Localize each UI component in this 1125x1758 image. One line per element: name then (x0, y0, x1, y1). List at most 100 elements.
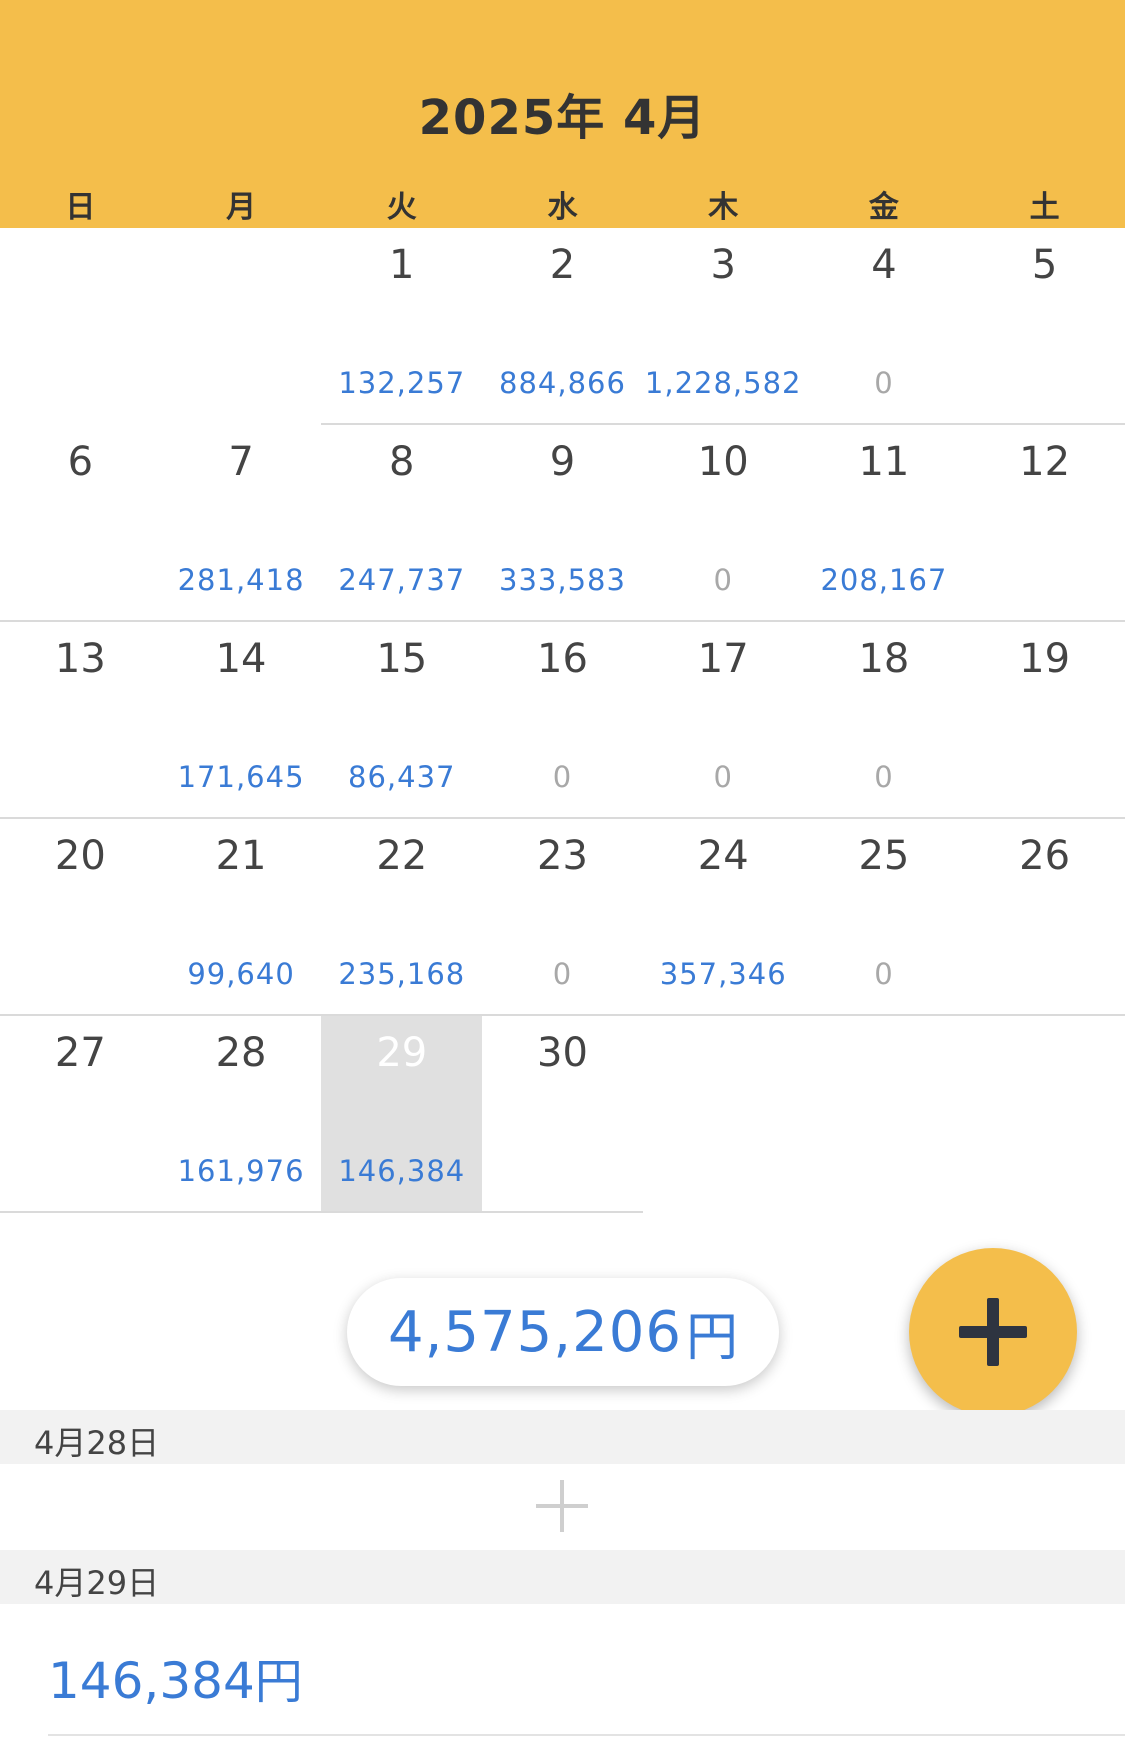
calendar-day-number: 8 (389, 439, 415, 485)
calendar-day-number: 14 (215, 636, 267, 682)
entry-divider (48, 1734, 1125, 1736)
month-total-amount: 4,575,206 (387, 1299, 682, 1365)
calendar-empty-cell (804, 1016, 965, 1213)
calendar-day-cell[interactable]: 5 (964, 228, 1125, 425)
calendar-day-number: 1 (389, 242, 415, 288)
calendar-day-amount: 132,257 (338, 366, 466, 400)
calendar-day-amount: 1,228,582 (644, 366, 802, 400)
calendar-day-amount: 357,346 (659, 957, 787, 991)
calendar-week-row: 6 7 281,418 8 247,737 9 333,583 10 0 11 208,167 12 (0, 425, 1125, 622)
calendar-day-cell[interactable]: 3 1,228,582 (642, 228, 804, 425)
calendar-day-number: 25 (858, 833, 910, 879)
calendar-day-amount: 281,418 (177, 563, 305, 597)
entry-amount-unit: 円 (254, 1654, 303, 1710)
calendar-day-cell[interactable]: 13 (0, 622, 161, 819)
calendar-day-cell[interactable]: 21 99,640 (160, 819, 322, 1016)
calendar-empty-cell (161, 228, 322, 425)
calendar-day-cell[interactable]: 28 161,976 (160, 1016, 322, 1213)
calendar-day-cell[interactable]: 23 0 (482, 819, 643, 1016)
entry-row[interactable]: 146,384円 (0, 1604, 1125, 1734)
calendar-day-amount: 0 (552, 957, 573, 991)
calendar-day-cell[interactable]: 20 (0, 819, 161, 1016)
calendar-day-cell[interactable]: 24 357,346 (642, 819, 804, 1016)
weekday-mon: 月 (226, 190, 257, 225)
calendar-day-number: 24 (697, 833, 749, 879)
day-section-date-label: 4月29日 (34, 1564, 160, 1602)
calendar-grid: 1 132,257 2 884,866 3 1,228,582 4 0 5 6 7 281,418 8 2… (0, 228, 1125, 1213)
calendar-day-amount: 99,640 (187, 957, 295, 991)
calendar-day-cell[interactable]: 19 (964, 622, 1125, 819)
calendar-day-number: 17 (697, 636, 749, 682)
calendar-week-row: 13 14 171,645 15 86,437 16 0 17 0 18 0 19 (0, 622, 1125, 819)
calendar-day-cell[interactable]: 11 208,167 (803, 425, 965, 622)
calendar-week-row: 1 132,257 2 884,866 3 1,228,582 4 0 5 (0, 228, 1125, 425)
calendar-day-number: 15 (376, 636, 428, 682)
entry-amount-value: 146,384 (48, 1652, 255, 1710)
calendar-day-number: 11 (858, 439, 910, 485)
calendar-day-cell[interactable]: 8 247,737 (321, 425, 483, 622)
calendar-day-cell[interactable]: 12 (964, 425, 1125, 622)
calendar-day-cell[interactable]: 22 235,168 (321, 819, 483, 1016)
weekday-sat: 土 (1029, 190, 1060, 225)
calendar-day-cell[interactable]: 18 0 (803, 622, 965, 819)
calendar-day-cell[interactable]: 1 132,257 (321, 228, 483, 425)
calendar-day-cell[interactable]: 40 (803, 228, 965, 425)
calendar-week-row: 27 28 161,976 29 146,384 30 (0, 1016, 1125, 1213)
calendar-day-cell[interactable]: 14 171,645 (160, 622, 322, 819)
calendar-day-number: 13 (54, 636, 106, 682)
calendar-day-number: 23 (537, 833, 588, 879)
calendar-header: 2025年 4月 日 月 火 水 木 金 土 (0, 0, 1125, 228)
calendar-day-number: 6 (67, 439, 94, 485)
add-entry-row-button[interactable] (0, 1464, 1125, 1550)
calendar-day-number: 10 (697, 439, 749, 485)
calendar-day-cell[interactable]: 30 (482, 1016, 643, 1213)
plus-icon (536, 1480, 588, 1532)
calendar-empty-cell (964, 1016, 1125, 1213)
calendar-day-cell[interactable]: 16 0 (482, 622, 643, 819)
calendar-day-number: 9 (549, 439, 576, 485)
calendar-day-cell[interactable]: 6 (0, 425, 161, 622)
weekday-header-row: 日 月 火 水 木 金 土 (0, 182, 1125, 225)
calendar-day-number: 12 (1019, 439, 1071, 485)
calendar-day-cell[interactable]: 7 281,418 (160, 425, 322, 622)
calendar-day-amount: 0 (713, 760, 733, 794)
entry-amount: 146,384円 (48, 1642, 303, 1712)
calendar-day-number: 3 (710, 242, 736, 288)
calendar-day-amount: 333,583 (499, 563, 626, 597)
calendar-day-amount: 0 (552, 760, 573, 794)
calendar-day-cell[interactable]: 17 0 (642, 622, 804, 819)
calendar-day-number: 26 (1019, 833, 1071, 879)
calendar-day-cell[interactable]: 29 146,384 (321, 1016, 483, 1213)
calendar-day-cell[interactable]: 9 333,583 (482, 425, 643, 622)
calendar-day-amount: 884,866 (499, 366, 626, 400)
calendar-day-number: 22 (376, 833, 428, 879)
calendar-day-cell[interactable]: 26 (964, 819, 1125, 1016)
calendar-day-number: 18 (858, 636, 910, 682)
calendar-day-number: 30 (537, 1030, 588, 1076)
calendar-day-number: 28 (215, 1030, 267, 1076)
calendar-day-cell[interactable]: 27 (0, 1016, 161, 1213)
calendar-empty-cell (0, 228, 161, 425)
weekday-wed: 水 (547, 190, 578, 225)
calendar-day-amount: 235,168 (338, 957, 466, 991)
calendar-day-amount: 208,167 (820, 563, 948, 597)
add-entry-fab-button[interactable] (909, 1248, 1077, 1416)
weekday-fri: 金 (868, 190, 899, 225)
month-title[interactable]: 2025年 4月 (0, 78, 1125, 148)
calendar-day-cell[interactable]: 2 884,866 (482, 228, 643, 425)
calendar-day-cell[interactable]: 25 0 (803, 819, 965, 1016)
month-total-pill: 4,575,206 円 (347, 1278, 779, 1386)
calendar-day-cell[interactable]: 15 86,437 (321, 622, 483, 819)
calendar-day-cell[interactable]: 10 0 (642, 425, 804, 622)
calendar-day-amount: 161,976 (177, 1154, 305, 1188)
calendar-day-number: 4 (871, 242, 897, 288)
calendar-app: 2025年 4月 日 月 火 水 木 金 土 1 132,257 2 884,866 3… (0, 0, 1125, 1758)
calendar-day-number: 5 (1031, 242, 1058, 288)
weekday-thu: 木 (708, 190, 739, 225)
month-total-unit: 円 (686, 1307, 739, 1368)
calendar-day-number: 2 (549, 242, 576, 288)
calendar-day-number: 29 (376, 1030, 428, 1076)
calendar-week-row: 20 21 99,640 22 235,168 23 0 24 357,346 25 0 26 (0, 819, 1125, 1016)
calendar-day-number: 7 (228, 439, 254, 485)
calendar-empty-cell (643, 1016, 804, 1213)
